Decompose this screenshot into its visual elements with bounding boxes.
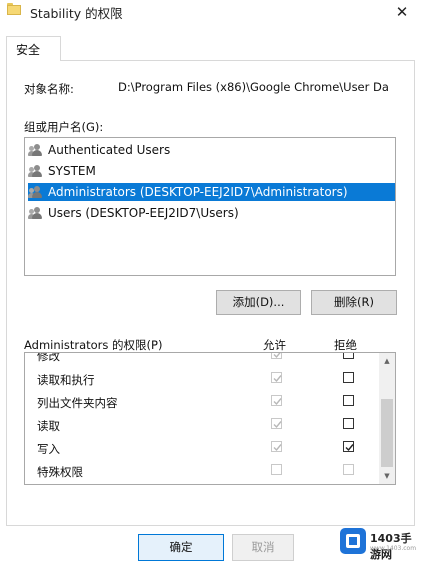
ok-button[interactable]: 确定 <box>138 534 224 561</box>
folder-icon <box>7 3 21 15</box>
deny-checkbox[interactable] <box>343 464 354 475</box>
user-item-users[interactable]: Users (DESKTOP-EEJ2ID7\Users) <box>28 204 395 222</box>
user-item-label: Users (DESKTOP-EEJ2ID7\Users) <box>48 206 239 220</box>
allow-checkbox[interactable] <box>271 464 282 475</box>
allow-column-header: 允许 <box>263 338 286 352</box>
watermark-logo: 1403手游网 www.1403.com <box>336 525 416 563</box>
permission-name: 修改 <box>37 352 60 363</box>
group-users-label: 组或用户名(G): <box>24 120 104 134</box>
permissions-scrollbar[interactable]: ▲ ▼ <box>379 353 395 484</box>
permission-name: 写入 <box>37 442 60 456</box>
user-item-authenticated-users[interactable]: Authenticated Users <box>28 141 395 159</box>
close-button[interactable]: ✕ <box>389 0 415 24</box>
deny-checkbox[interactable] <box>343 353 354 359</box>
window-title: Stability 的权限 <box>30 6 123 21</box>
users-icon <box>28 143 45 157</box>
permission-row: 写入 <box>25 437 380 460</box>
add-button[interactable]: 添加(D)... <box>216 290 301 315</box>
allow-checkbox[interactable] <box>271 353 282 359</box>
user-item-administrators[interactable]: Administrators (DESKTOP-EEJ2ID7\Administ… <box>28 183 395 201</box>
permission-name: 读取和执行 <box>37 373 95 387</box>
permission-row: 列出文件夹内容 <box>25 391 380 414</box>
scroll-thumb[interactable] <box>381 399 393 467</box>
scroll-up-arrow-icon[interactable]: ▲ <box>379 353 395 369</box>
deny-checkbox[interactable] <box>343 395 354 406</box>
tab-security[interactable]: 安全 <box>6 36 61 61</box>
user-item-label: Authenticated Users <box>48 143 171 157</box>
permission-name: 列出文件夹内容 <box>37 396 118 410</box>
allow-checkbox[interactable] <box>271 418 282 429</box>
users-icon <box>28 164 45 178</box>
object-name-value: D:\Program Files (x86)\Google Chrome\Use… <box>118 80 389 94</box>
user-item-label: SYSTEM <box>48 164 96 178</box>
allow-checkbox[interactable] <box>271 441 282 452</box>
deny-column-header: 拒绝 <box>334 338 357 352</box>
users-icon <box>28 206 45 220</box>
permission-row: 修改 <box>25 352 380 367</box>
title-bar: Stability 的权限 ✕ <box>0 0 421 26</box>
scroll-down-arrow-icon[interactable]: ▼ <box>379 468 395 484</box>
users-icon <box>28 185 45 199</box>
cancel-button[interactable]: 取消 <box>232 534 294 561</box>
permission-row: 特殊权限 <box>25 460 380 483</box>
object-name-label: 对象名称: <box>24 82 74 96</box>
watermark-icon <box>340 528 366 554</box>
allow-checkbox[interactable] <box>271 372 282 383</box>
user-item-label: Administrators (DESKTOP-EEJ2ID7\Administ… <box>48 185 348 199</box>
allow-checkbox[interactable] <box>271 395 282 406</box>
permission-name: 读取 <box>37 419 60 433</box>
permission-name: 特殊权限 <box>37 465 83 479</box>
permission-row: 读取和执行 <box>25 368 380 391</box>
permission-row: 读取 <box>25 414 380 437</box>
group-user-list[interactable]: Authenticated Users SYSTEM Administrator… <box>24 137 396 276</box>
permissions-title: Administrators 的权限(P) <box>24 338 163 352</box>
deny-checkbox[interactable] <box>343 372 354 383</box>
deny-checkbox[interactable] <box>343 418 354 429</box>
deny-checkbox[interactable] <box>343 441 354 452</box>
watermark-url: www.1403.com <box>370 545 417 552</box>
permissions-list[interactable]: 修改读取和执行列出文件夹内容 读取写入特殊权限 ▲ ▼ <box>24 352 396 485</box>
remove-button[interactable]: 删除(R) <box>311 290 397 315</box>
user-item-system[interactable]: SYSTEM <box>28 162 395 180</box>
tab-security-label: 安全 <box>16 43 41 57</box>
